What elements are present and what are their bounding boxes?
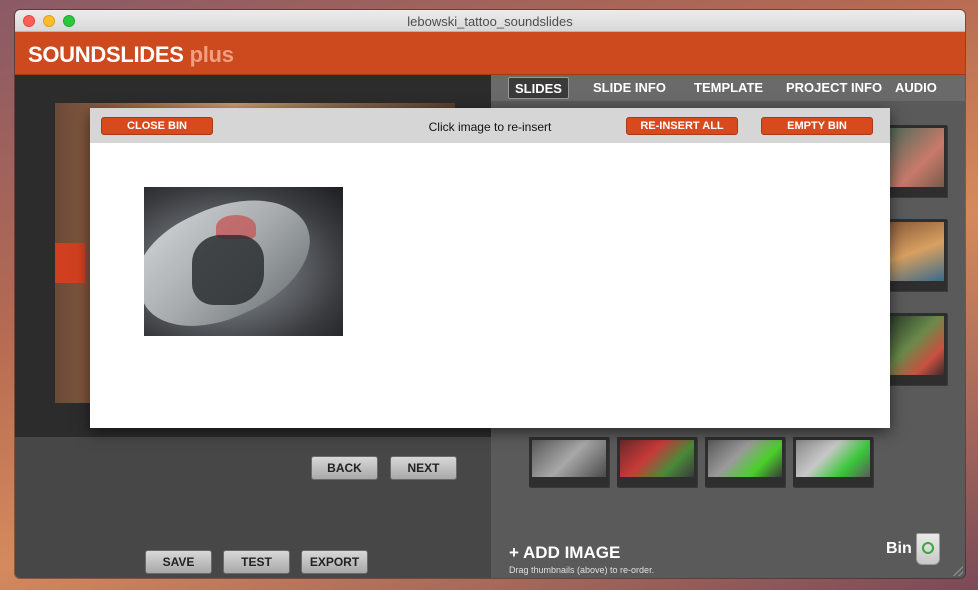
slide-thumbnail[interactable] [885, 125, 947, 197]
slide-thumbnail[interactable] [529, 437, 609, 487]
add-image-button[interactable]: + ADD IMAGE [509, 543, 654, 563]
add-image-label: ADD IMAGE [523, 543, 621, 562]
bin-modal: CLOSE BIN Click image to re-insert RE-IN… [90, 108, 890, 428]
brand-name: SOUNDSLIDES [28, 42, 184, 67]
thumbnail-image [532, 440, 606, 477]
slide-thumbnail[interactable] [885, 313, 947, 385]
add-image-area[interactable]: + ADD IMAGE Drag thumbnails (above) to r… [509, 543, 654, 575]
tab-project-info[interactable]: PROJECT INFO [780, 77, 888, 99]
tab-slides[interactable]: SLIDES [508, 77, 569, 99]
thumbnail-image [620, 440, 694, 477]
thumbnail-image [888, 316, 944, 375]
resize-handle-icon[interactable] [953, 566, 963, 576]
plus-icon: + [509, 543, 524, 562]
preview-detail [55, 243, 85, 283]
thumbnail-image [888, 128, 944, 187]
save-button[interactable]: SAVE [145, 550, 212, 574]
app-header: SOUNDSLIDES plus [15, 32, 965, 75]
bin-button[interactable]: Bin [886, 533, 940, 565]
back-button[interactable]: BACK [311, 456, 378, 480]
app-brand: SOUNDSLIDES plus [28, 42, 234, 68]
slide-thumbnail[interactable] [705, 437, 785, 487]
tab-slide-info[interactable]: SLIDE INFO [587, 77, 672, 99]
binned-image[interactable] [144, 187, 343, 336]
empty-bin-button[interactable]: EMPTY BIN [761, 117, 873, 135]
thumbnail-image [888, 222, 944, 281]
window-title: lebowski_tattoo_soundslides [407, 14, 573, 29]
tab-audio[interactable]: AUDIO [889, 77, 943, 99]
slide-thumbnail[interactable] [617, 437, 697, 487]
export-button[interactable]: EXPORT [301, 550, 368, 574]
brand-suffix: plus [189, 42, 234, 67]
thumbnail-image [708, 440, 782, 477]
slide-thumbnail[interactable] [793, 437, 873, 487]
thumbnail-image [796, 440, 870, 477]
reinsert-all-button[interactable]: RE-INSERT ALL [626, 117, 738, 135]
bin-modal-toolbar: CLOSE BIN Click image to re-insert RE-IN… [90, 108, 890, 143]
next-button[interactable]: NEXT [390, 456, 457, 480]
tab-bar: SLIDES SLIDE INFO TEMPLATE PROJECT INFO … [491, 75, 965, 101]
recycle-icon [922, 542, 934, 554]
slide-thumbnail[interactable] [885, 219, 947, 291]
bin-label: Bin [886, 540, 912, 557]
title-bar: lebowski_tattoo_soundslides [15, 10, 965, 32]
trash-bin-icon [916, 533, 940, 565]
tab-template[interactable]: TEMPLATE [688, 77, 769, 99]
binned-image-tattoo [192, 235, 264, 305]
reorder-hint: Drag thumbnails (above) to re-order. [509, 565, 655, 575]
test-button[interactable]: TEST [223, 550, 290, 574]
